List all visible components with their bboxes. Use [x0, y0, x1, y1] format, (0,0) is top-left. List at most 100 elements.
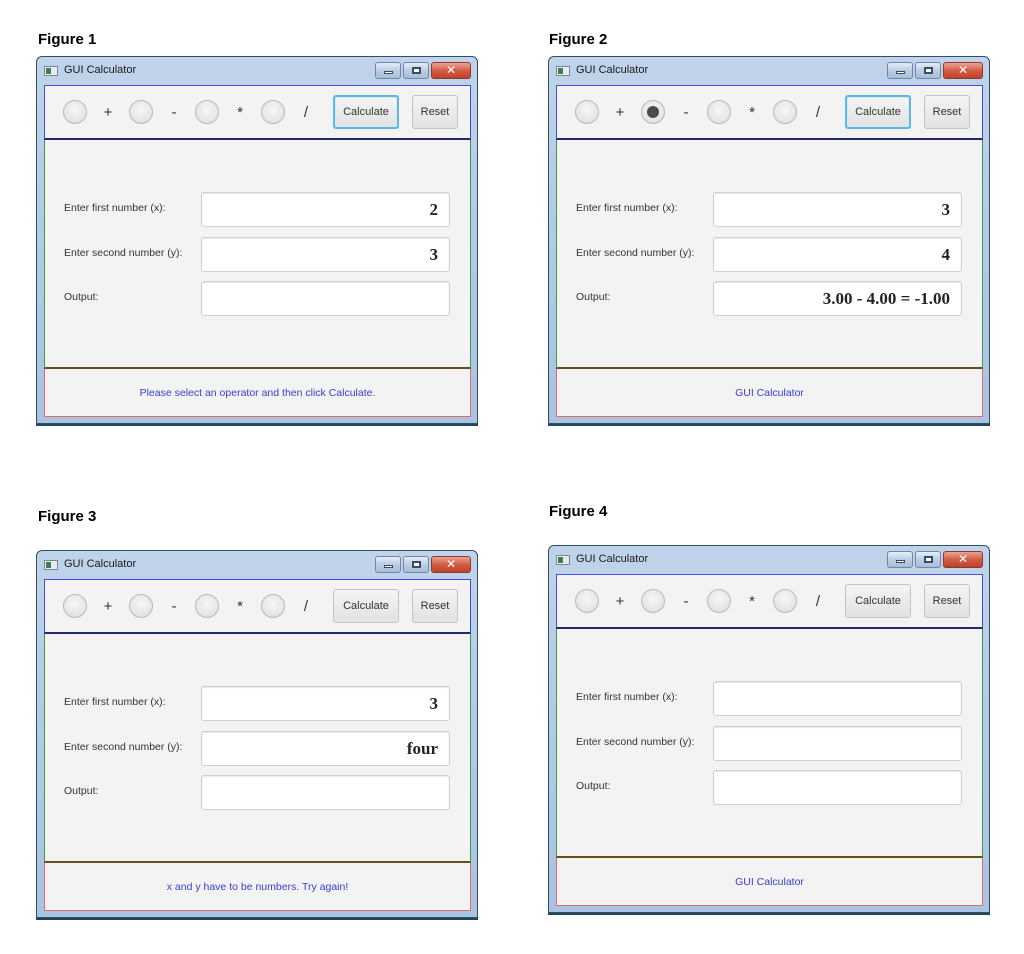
radio-minus[interactable] — [129, 100, 153, 124]
calculate-button[interactable]: Calculate — [333, 95, 399, 129]
operator-label-plus: + — [103, 103, 113, 121]
radio-minus[interactable] — [641, 100, 665, 124]
operator-label-multiply: * — [749, 592, 755, 610]
output-label: Output: — [64, 785, 99, 797]
calculator-window: GUI Calculator ✕ + - * / Calculate Reset — [548, 56, 990, 424]
radio-plus[interactable] — [575, 100, 599, 124]
second-number-row: Enter second number (y): — [576, 726, 962, 761]
radio-multiply[interactable] — [195, 100, 219, 124]
operator-label-plus: + — [615, 592, 625, 610]
operator-label-minus: - — [171, 597, 177, 615]
minimize-button[interactable] — [375, 62, 401, 79]
first-number-input[interactable]: 3 — [713, 192, 962, 227]
output-row: Output: — [576, 770, 962, 805]
radio-divide[interactable] — [261, 100, 285, 124]
radio-multiply[interactable] — [707, 589, 731, 613]
second-number-input[interactable]: 3 — [201, 237, 450, 272]
operator-toolbar: + - * / Calculate Reset — [44, 579, 471, 634]
radio-plus[interactable] — [63, 100, 87, 124]
minimize-button[interactable] — [887, 62, 913, 79]
calculator-window: GUI Calculator ✕ + - * / Calculate Reset — [36, 56, 478, 424]
second-number-input[interactable] — [713, 726, 962, 761]
client-area: + - * / Calculate Reset Enter first numb… — [44, 85, 471, 417]
calculator-window: GUI Calculator ✕ + - * / Calculate Reset — [548, 545, 990, 913]
maximize-button[interactable] — [403, 62, 429, 79]
first-number-label: Enter first number (x): — [576, 202, 678, 214]
maximize-button[interactable] — [915, 62, 941, 79]
operator-label-minus: - — [683, 103, 689, 121]
output-field[interactable] — [201, 775, 450, 810]
window-title: GUI Calculator — [576, 64, 649, 76]
calculate-button[interactable]: Calculate — [333, 589, 399, 623]
reset-button[interactable]: Reset — [412, 95, 458, 129]
close-button[interactable]: ✕ — [943, 551, 983, 568]
minimize-icon — [896, 71, 905, 74]
second-number-label: Enter second number (y): — [64, 247, 183, 259]
reset-button[interactable]: Reset — [924, 95, 970, 129]
output-field[interactable] — [713, 770, 962, 805]
calculate-button[interactable]: Calculate — [845, 95, 911, 129]
maximize-button[interactable] — [915, 551, 941, 568]
app-window-icon — [44, 66, 58, 76]
minimize-button[interactable] — [375, 556, 401, 573]
output-field[interactable]: 3.00 - 4.00 = -1.00 — [713, 281, 962, 316]
close-icon: ✕ — [445, 557, 457, 571]
radio-divide[interactable] — [261, 594, 285, 618]
radio-multiply[interactable] — [195, 594, 219, 618]
second-number-input[interactable]: 4 — [713, 237, 962, 272]
status-bar: GUI Calculator — [556, 858, 983, 906]
calculator-window: GUI Calculator ✕ + - * / Calculate Reset — [36, 550, 478, 918]
radio-minus[interactable] — [641, 589, 665, 613]
operator-label-minus: - — [683, 592, 689, 610]
status-bar: Please select an operator and then click… — [44, 369, 471, 417]
app-window-icon — [44, 560, 58, 570]
status-message: Please select an operator and then click… — [139, 386, 376, 399]
minimize-icon — [896, 560, 905, 563]
output-label: Output: — [576, 291, 611, 303]
status-message: GUI Calculator — [735, 386, 804, 399]
second-number-label: Enter second number (y): — [64, 741, 183, 753]
maximize-button[interactable] — [403, 556, 429, 573]
radio-multiply[interactable] — [707, 100, 731, 124]
input-panel: Enter first number (x): 2 Enter second n… — [44, 140, 471, 369]
radio-divide[interactable] — [773, 589, 797, 613]
first-number-input[interactable]: 2 — [201, 192, 450, 227]
client-area: + - * / Calculate Reset Enter first numb… — [44, 579, 471, 911]
title-bar[interactable]: GUI Calculator ✕ — [37, 57, 477, 85]
figure-caption: Figure 1 — [38, 31, 97, 48]
title-bar[interactable]: GUI Calculator ✕ — [549, 546, 989, 574]
window-controls: ✕ — [375, 556, 471, 573]
close-button[interactable]: ✕ — [431, 62, 471, 79]
operator-label-multiply: * — [237, 103, 243, 121]
operator-label-divide: / — [303, 597, 309, 615]
calculate-button[interactable]: Calculate — [845, 584, 911, 618]
close-button[interactable]: ✕ — [431, 556, 471, 573]
radio-plus[interactable] — [575, 589, 599, 613]
radio-divide[interactable] — [773, 100, 797, 124]
figure-caption: Figure 3 — [38, 508, 97, 525]
output-row: Output: — [64, 281, 450, 316]
status-message: x and y have to be numbers. Try again! — [166, 880, 349, 893]
radio-plus[interactable] — [63, 594, 87, 618]
close-icon: ✕ — [957, 552, 969, 566]
reset-button[interactable]: Reset — [412, 589, 458, 623]
operator-label-plus: + — [615, 103, 625, 121]
operator-label-multiply: * — [749, 103, 755, 121]
input-panel: Enter first number (x): Enter second num… — [556, 629, 983, 858]
second-number-input[interactable]: four — [201, 731, 450, 766]
minimize-button[interactable] — [887, 551, 913, 568]
title-bar[interactable]: GUI Calculator ✕ — [549, 57, 989, 85]
maximize-icon — [412, 67, 421, 74]
reset-button[interactable]: Reset — [924, 584, 970, 618]
title-bar[interactable]: GUI Calculator ✕ — [37, 551, 477, 579]
close-icon: ✕ — [957, 63, 969, 77]
first-number-input[interactable] — [713, 681, 962, 716]
second-number-row: Enter second number (y): 3 — [64, 237, 450, 272]
radio-minus[interactable] — [129, 594, 153, 618]
status-bar: x and y have to be numbers. Try again! — [44, 863, 471, 911]
input-panel: Enter first number (x): 3 Enter second n… — [556, 140, 983, 369]
first-number-input[interactable]: 3 — [201, 686, 450, 721]
close-button[interactable]: ✕ — [943, 62, 983, 79]
second-number-label: Enter second number (y): — [576, 736, 695, 748]
output-field[interactable] — [201, 281, 450, 316]
